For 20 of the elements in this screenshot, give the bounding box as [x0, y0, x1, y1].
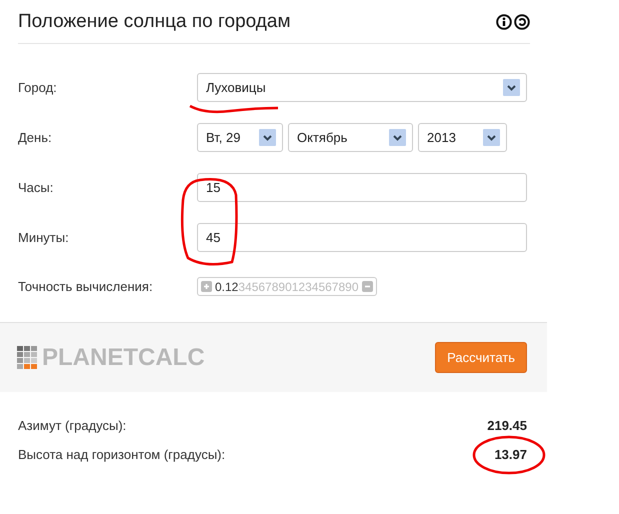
dropdown-field[interactable]: Октябрь	[288, 123, 413, 152]
dropdown-field[interactable]: 2013	[418, 123, 507, 152]
page-title: Положение солнца по городам	[18, 11, 291, 33]
dropdown-field[interactable]: Вт, 29	[197, 123, 283, 152]
result-value: 13.97	[493, 447, 527, 462]
field-label: Минуты:	[18, 230, 70, 245]
result-label: Азимут (градусы):	[18, 418, 126, 433]
field-label: День:	[18, 130, 53, 145]
refresh-icon[interactable]	[514, 14, 530, 30]
logo-text: PLANETCALC	[42, 344, 205, 372]
dropdown-field[interactable]: Луховицы	[197, 73, 527, 102]
logo-icon	[17, 346, 37, 369]
field-label: Точность вычисления:	[18, 279, 154, 294]
result-value: 219.45	[486, 418, 527, 433]
info-icon[interactable]	[496, 14, 512, 30]
field-label: Часы:	[18, 180, 54, 195]
input-field[interactable]: 45	[197, 223, 527, 252]
field-label: Город:	[18, 80, 58, 95]
input-field[interactable]: 15	[197, 173, 527, 202]
result-label: Высота над горизонтом (градусы):	[18, 447, 226, 462]
